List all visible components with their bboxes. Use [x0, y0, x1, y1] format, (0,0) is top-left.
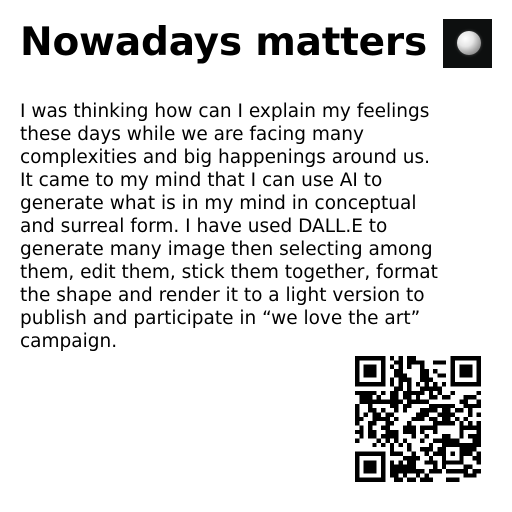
page: Nowadays matters I was thinking how can …: [0, 0, 512, 512]
qr-code-icon: [355, 356, 481, 482]
sphere-icon: [457, 31, 481, 55]
page-title: Nowadays matters: [20, 20, 427, 65]
sphere-thumbnail: [443, 19, 492, 68]
qr-code: [355, 356, 481, 482]
description-text: I was thinking how can I explain my feel…: [20, 101, 438, 352]
